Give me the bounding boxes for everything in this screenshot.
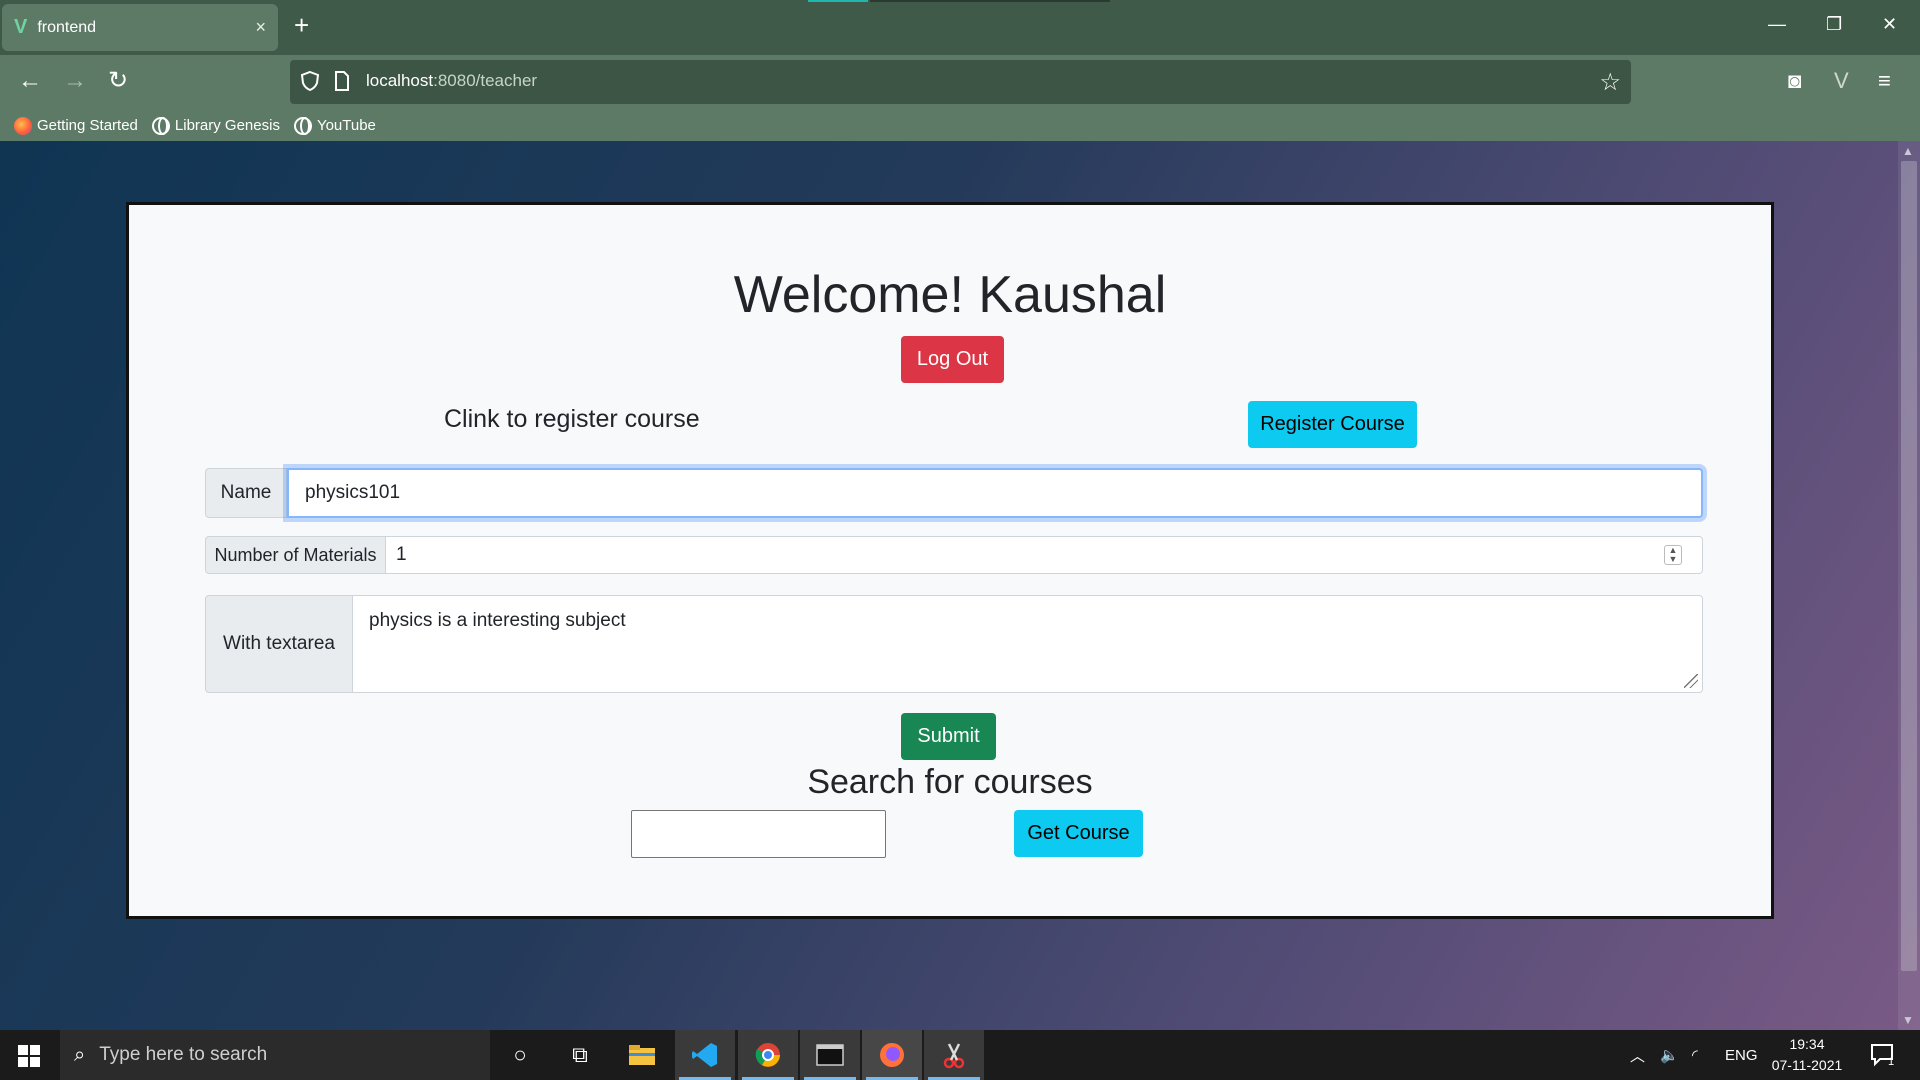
- url-host: localhost: [366, 71, 434, 90]
- resize-handle-icon[interactable]: [1684, 674, 1698, 688]
- bookmark-label: Getting Started: [37, 117, 138, 134]
- tab-close-icon[interactable]: ×: [255, 17, 266, 38]
- vscode-icon[interactable]: [675, 1030, 735, 1080]
- snip-icon[interactable]: [924, 1030, 984, 1080]
- forward-button[interactable]: →: [63, 67, 87, 95]
- tab-strip: V frontend × + — ❐ ✕: [0, 0, 1920, 55]
- textarea-label: With textarea: [205, 595, 353, 693]
- vue-devtools-icon[interactable]: V: [1834, 68, 1849, 94]
- show-hidden-icons-icon[interactable]: ︿: [1630, 1030, 1645, 1080]
- restore-button[interactable]: ❐: [1826, 14, 1842, 35]
- textarea-input-group: With textarea physics is a interesting s…: [205, 595, 1703, 693]
- back-button[interactable]: ←: [18, 67, 42, 95]
- bookmark-library-genesis[interactable]: Library Genesis: [151, 116, 280, 135]
- navigation-toolbar: ← → ↻ localhost:8080/teacher ☆ ◙ V ≡: [0, 55, 1920, 110]
- materials-value: 1: [396, 544, 407, 565]
- scroll-down-icon[interactable]: ▼: [1902, 1013, 1914, 1027]
- notifications-icon[interactable]: 1: [1870, 1030, 1894, 1080]
- register-course-button[interactable]: Register Course: [1248, 401, 1417, 448]
- taskbar-search-placeholder: Type here to search: [99, 1044, 268, 1065]
- globe-icon: [151, 116, 170, 135]
- search-heading: Search for courses: [807, 763, 1093, 801]
- clock-time: 19:34: [1789, 1036, 1825, 1052]
- logout-button[interactable]: Log Out: [901, 336, 1004, 383]
- page-scrollbar[interactable]: ▲ ▼: [1898, 141, 1920, 1030]
- clock-date: 07-11-2021: [1771, 1057, 1843, 1073]
- description-textarea[interactable]: physics is a interesting subject: [353, 595, 1703, 693]
- materials-input-group: Number of Materials 1 ▲ ▼: [205, 536, 1703, 574]
- language-indicator[interactable]: ENG: [1725, 1030, 1758, 1080]
- file-explorer-icon[interactable]: [612, 1030, 672, 1080]
- new-tab-button[interactable]: +: [294, 12, 309, 38]
- hamburger-menu-icon[interactable]: ≡: [1878, 68, 1891, 94]
- bookmarks-toolbar: Getting Started Library Genesis YouTube: [0, 110, 1920, 141]
- close-window-button[interactable]: ✕: [1882, 14, 1897, 35]
- page-viewport: Welcome! Kaushal Log Out Clink to regist…: [0, 141, 1920, 1030]
- tab-frontend[interactable]: V frontend ×: [2, 4, 278, 51]
- pocket-icon[interactable]: ◙: [1788, 68, 1801, 94]
- welcome-heading: Welcome! Kaushal: [733, 266, 1167, 324]
- windows-start-icon[interactable]: [18, 1045, 40, 1067]
- terminal-icon[interactable]: [800, 1030, 860, 1080]
- name-label: Name: [205, 468, 287, 518]
- name-input-group: Name physics101: [205, 468, 1703, 518]
- url-text[interactable]: localhost:8080/teacher: [366, 71, 537, 91]
- firefox-icon: [14, 116, 32, 135]
- reload-button[interactable]: ↻: [108, 67, 128, 95]
- name-input[interactable]: physics101: [287, 468, 1703, 518]
- register-prompt: Clink to register course: [444, 405, 700, 433]
- bookmark-star-icon[interactable]: ☆: [1599, 68, 1621, 97]
- course-search-input[interactable]: [631, 810, 886, 858]
- vue-logo-icon: V: [14, 16, 28, 38]
- bookmark-youtube[interactable]: YouTube: [293, 116, 376, 135]
- globe-icon: [293, 116, 312, 135]
- notification-count: 1: [1888, 1056, 1895, 1068]
- get-course-button[interactable]: Get Course: [1014, 810, 1143, 857]
- materials-label: Number of Materials: [205, 536, 386, 574]
- task-view-icon[interactable]: ⧉: [550, 1030, 610, 1080]
- taskbar-search-box[interactable]: ⌕ Type here to search: [60, 1030, 490, 1080]
- submit-button[interactable]: Submit: [901, 713, 996, 760]
- number-spinner-icon[interactable]: ▲ ▼: [1664, 545, 1682, 565]
- cortana-icon[interactable]: ○: [490, 1030, 550, 1080]
- page-icon: [335, 71, 349, 91]
- bookmark-label: Library Genesis: [174, 117, 280, 134]
- textarea-value: physics is a interesting subject: [369, 610, 626, 631]
- bookmark-getting-started[interactable]: Getting Started: [14, 116, 138, 135]
- shield-icon[interactable]: [300, 70, 320, 92]
- bookmark-label: YouTube: [316, 117, 376, 134]
- address-bar[interactable]: localhost:8080/teacher ☆: [290, 60, 1631, 104]
- scroll-up-icon[interactable]: ▲: [1902, 144, 1914, 158]
- search-icon: ⌕: [74, 1043, 86, 1066]
- chrome-icon[interactable]: [738, 1030, 798, 1080]
- windows-taskbar: ⌕ Type here to search ○ ⧉ ︿ 🔈 ◜ ENG 19:3…: [0, 1030, 1920, 1080]
- tab-indicator: [808, 0, 868, 2]
- tab-title: frontend: [37, 18, 97, 36]
- volume-icon[interactable]: 🔈: [1660, 1030, 1679, 1080]
- network-icon[interactable]: ◜: [1692, 1030, 1698, 1080]
- firefox-taskbar-icon[interactable]: [862, 1030, 922, 1080]
- url-path: :8080/teacher: [433, 71, 538, 90]
- materials-number-input[interactable]: 1 ▲ ▼: [386, 536, 1703, 574]
- teacher-card: Welcome! Kaushal Log Out Clink to regist…: [126, 202, 1774, 919]
- minimize-button[interactable]: —: [1768, 14, 1786, 35]
- scrollbar-thumb[interactable]: [1901, 161, 1917, 971]
- clock[interactable]: 19:34 07-11-2021: [1762, 1034, 1852, 1076]
- tab-indicator-track: [870, 0, 1110, 2]
